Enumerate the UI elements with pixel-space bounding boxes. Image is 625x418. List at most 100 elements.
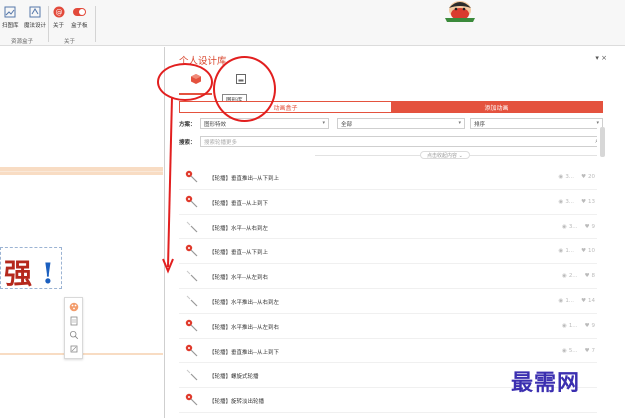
eye-icon: ◉ xyxy=(558,198,564,205)
collapse-pill[interactable]: 点击收起内容 ⌄ xyxy=(420,151,470,159)
list-item[interactable]: 【轮播】水平--从右到左 ◉ 3... ♥ 9 xyxy=(179,215,603,240)
list-item[interactable]: 【轮播】水平推出--从左到右 ◉ 1... ♥ 9 xyxy=(179,314,603,339)
slide-text[interactable]: 强 ! xyxy=(4,252,54,292)
gallery-button[interactable]: 扫图库 xyxy=(2,5,19,29)
ribbon-group-resources: 资源盒子 xyxy=(11,39,34,45)
zoom-icon[interactable] xyxy=(68,330,79,341)
like-count-value: 9 xyxy=(591,322,596,329)
watermark-text: 最需网 xyxy=(511,370,581,396)
view-count: ◉ 1... xyxy=(562,323,578,329)
view-count-value: 3... xyxy=(565,198,575,205)
list-item-label: 【轮播】垂直--从上到下 xyxy=(209,200,268,207)
list-item-label: 【轮播】水平推出--从左到右 xyxy=(209,324,279,331)
view-count: ◉ 1... xyxy=(559,248,575,254)
magic-design-label: 魔法设计 xyxy=(24,23,47,29)
segment-animation-box[interactable]: 动画盒子 xyxy=(180,102,391,112)
scrollbar-thumb[interactable] xyxy=(600,127,605,157)
scheme-label: 方案： xyxy=(179,122,196,128)
view-count: ◉ 2... xyxy=(562,273,578,279)
list-item-label: 【轮播】垂直推出--从下到上 xyxy=(209,176,279,182)
magic-wand-icon xyxy=(186,295,198,307)
panel-window-controls[interactable]: ▾ × xyxy=(595,54,607,62)
eye-icon: ◉ xyxy=(558,297,564,304)
category-select[interactable]: 全部 ▾ xyxy=(337,118,465,129)
list-item-label: 【轮播】旋转淡出轮播 xyxy=(209,399,265,406)
like-count: ♥ 7 xyxy=(585,348,595,354)
eye-icon: ◉ xyxy=(558,248,564,255)
list-item-label: 【轮播】水平--从左到右 xyxy=(209,275,268,282)
heart-icon: ♥ xyxy=(581,248,586,255)
ribbon-divider xyxy=(48,6,49,42)
list-item-stats: ◉ 3... ♥ 13 xyxy=(559,199,596,205)
list-item-label: 【轮播】螺旋式轮播 xyxy=(209,374,259,381)
heart-icon: ♥ xyxy=(581,198,586,205)
magic-wand-icon xyxy=(185,344,198,357)
eye-icon: ◉ xyxy=(558,174,564,180)
like-count: ♥ 9 xyxy=(585,323,595,329)
list-item[interactable]: 【轮播】垂直--从上到下 ◉ 3... ♥ 13 xyxy=(179,190,603,215)
scheme-select-value: 图形特效 xyxy=(204,121,227,128)
list-item-stats: ◉ 3... ♥ 9 xyxy=(562,224,595,230)
list-item[interactable]: 【轮播】水平推出--从右到左 ◉ 1... ♥ 14 xyxy=(179,289,603,314)
view-count: ◉ 3... xyxy=(562,224,578,230)
list-item-stats: ◉ 2... ♥ 8 xyxy=(562,273,595,279)
scheme-select[interactable]: 图形特效 ▾ xyxy=(200,118,329,129)
palette-icon[interactable] xyxy=(68,302,79,313)
crop-icon[interactable] xyxy=(68,344,79,355)
view-count-value: 3... xyxy=(568,223,578,230)
like-count-value: 14 xyxy=(588,297,595,304)
like-count: ♥ 13 xyxy=(581,199,595,205)
collapse-toggle[interactable]: 点击收起内容 ⌄ xyxy=(315,151,605,159)
list-item[interactable]: 【轮播】水平--从左到右 ◉ 2... ♥ 8 xyxy=(179,264,603,289)
list-item-stats: ◉ 5... ♥ 7 xyxy=(562,348,595,354)
view-count: ◉ 3... xyxy=(559,199,575,205)
heart-icon: ♥ xyxy=(581,297,586,304)
list-item-stats: ◉ 1... ♥ 10 xyxy=(559,248,596,254)
gallery-icon xyxy=(4,5,17,18)
magic-wand-icon xyxy=(186,221,198,233)
svg-text:@: @ xyxy=(55,8,62,16)
magic-wand-icon xyxy=(185,195,198,208)
list-item-label: 【轮播】水平--从右到左 xyxy=(209,225,268,232)
like-count-value: 13 xyxy=(588,198,595,205)
list-item-stats: ◉ 3... ♥ 20 xyxy=(559,174,596,180)
magic-wand-icon xyxy=(185,319,198,332)
view-count-value: 1... xyxy=(565,297,575,304)
slide-canvas: 强 ! xyxy=(0,47,163,418)
view-count-value: 1... xyxy=(568,322,578,329)
heart-icon: ♥ xyxy=(584,223,590,230)
sort-select-value: 排序 xyxy=(474,121,486,128)
mascot-image xyxy=(445,1,475,22)
list-item[interactable]: 【轮播】垂直推出--从上到下 ◉ 5... ♥ 7 xyxy=(179,339,603,364)
ribbon-toolbar: 扫图库 魔法设计 @ 关于 盒子板 资源盒子 关于 xyxy=(0,0,625,46)
slide-text-mark: ! xyxy=(41,257,55,290)
view-count: ◉ 1... xyxy=(559,298,575,304)
chevron-down-icon: ▾ xyxy=(596,120,599,126)
about-button[interactable]: @ 关于 xyxy=(52,5,65,29)
floating-toolbar xyxy=(64,297,83,359)
search-input[interactable]: 搜索轮播更多 ⌕ xyxy=(200,136,603,147)
magic-design-button[interactable]: 魔法设计 xyxy=(24,5,46,29)
list-item[interactable]: 【轮播】垂直推出--从下到上 ◉ 3... ♥ 20 xyxy=(179,165,603,190)
panel-scrollbar[interactable] xyxy=(597,127,607,418)
magic-design-icon xyxy=(29,5,42,18)
list-item[interactable]: 【轮播】垂直--从下到上 ◉ 1... ♥ 10 xyxy=(179,239,603,265)
like-count: ♥ 8 xyxy=(585,273,595,279)
list-item-label: 【轮播】垂直--从下到上 xyxy=(209,250,268,257)
view-count-value: 3... xyxy=(565,174,575,180)
ribbon-group-about: 关于 xyxy=(64,39,76,45)
heart-icon: ♥ xyxy=(581,174,586,180)
box-toggle-button[interactable]: 盒子板 xyxy=(71,5,88,29)
sort-select[interactable]: 排序 ▾ xyxy=(470,118,603,129)
heart-icon: ♥ xyxy=(584,322,590,329)
view-count: ◉ 3... xyxy=(559,174,575,180)
about-icon: @ xyxy=(52,5,65,18)
magic-wand-icon xyxy=(186,270,198,282)
heart-icon: ♥ xyxy=(584,347,590,354)
view-count-value: 5... xyxy=(568,347,578,354)
gallery-label: 扫图库 xyxy=(2,23,19,29)
document-icon[interactable] xyxy=(68,316,79,327)
like-count-value: 20 xyxy=(588,174,595,180)
segment-add-animation[interactable]: 添加动画 xyxy=(391,102,602,112)
magic-wand-icon xyxy=(185,245,198,257)
